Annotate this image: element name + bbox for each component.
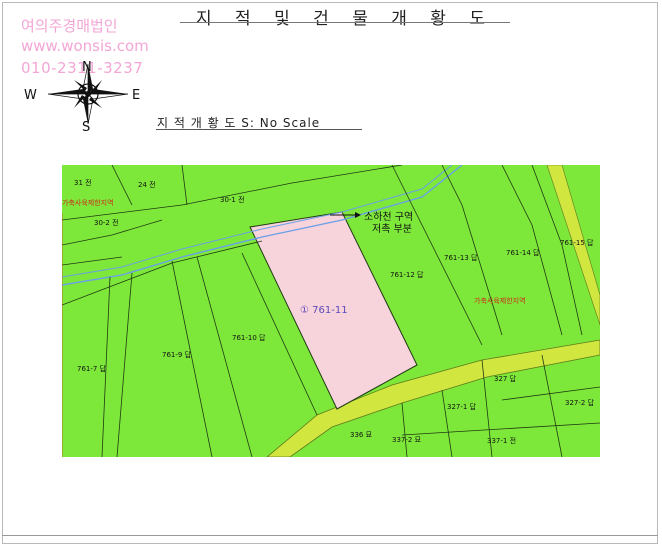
parcel-761-12: 761-12 답 — [390, 270, 424, 279]
bottom-divider — [2, 535, 658, 536]
subject-parcel-label: ① 761-11 — [300, 305, 348, 316]
restriction-label-left: 가축사육제한지역 — [62, 198, 114, 207]
parcel-30-1: 30-1 전 — [220, 195, 245, 204]
parcel-327-2: 327-2 답 — [565, 398, 595, 407]
parcel-337-1: 337-1 전 — [487, 436, 516, 445]
parcel-761-15: 761-15 답 — [560, 238, 594, 247]
compass-e: E — [132, 88, 140, 103]
parcel-30-2: 30-2 전 — [94, 218, 119, 227]
restriction-label-right: 가축사육제한지역 — [474, 296, 526, 305]
watermark-company: 여의주경매법인 — [21, 17, 118, 35]
watermark-website: www.wonsis.com — [21, 37, 149, 55]
parcel-24: 24 전 — [138, 180, 156, 189]
title-underline — [180, 22, 510, 23]
zone-label-2: 저촉 부분 — [372, 223, 412, 235]
parcel-761-13: 761-13 답 — [444, 253, 478, 262]
parcel-761-14: 761-14 답 — [506, 248, 540, 257]
parcel-327: 327 답 — [494, 374, 517, 383]
parcel-761-10: 761-10 답 — [232, 333, 266, 342]
compass-s: S — [82, 120, 90, 133]
parcel-31: 31 전 — [74, 178, 92, 187]
zone-label-1: 소하천 구역 — [364, 210, 413, 223]
compass-rose-icon: N S W E — [24, 60, 140, 133]
subtitle-underline — [156, 129, 362, 130]
parcel-761-9: 761-9 답 — [162, 350, 192, 359]
compass-w: W — [24, 88, 37, 103]
cadastral-map: ① 761-11 소하천 구역 저촉 부분 31 전 24 전 30-1 전 3… — [62, 165, 600, 457]
parcel-327-1: 327-1 답 — [447, 402, 477, 411]
parcel-336: 336 묘 — [350, 431, 373, 439]
compass-n: N — [82, 60, 92, 75]
document-title: 지 적 및 건 물 개 황 도 — [196, 9, 494, 29]
parcel-337-2: 337-2 묘 — [392, 436, 422, 444]
parcel-761-7: 761-7 답 — [77, 364, 107, 373]
